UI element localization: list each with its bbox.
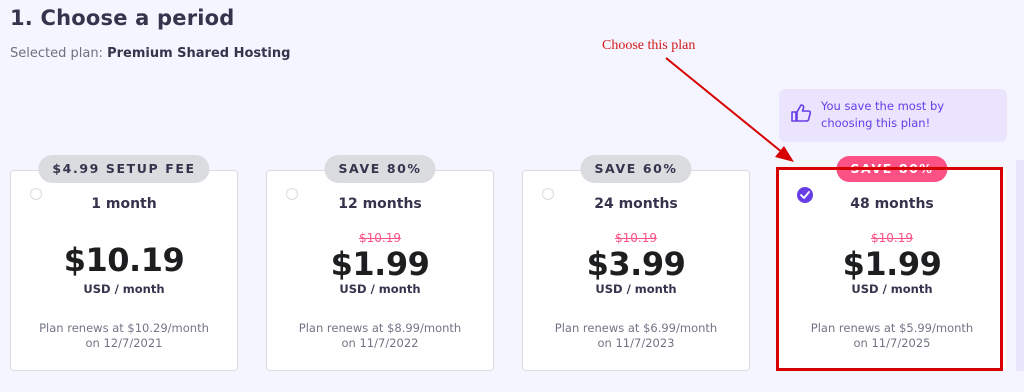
plan-card-24-months[interactable]: 24 months $10.19 $3.99 USD / month Plan … — [522, 170, 750, 371]
plan-card-48-months[interactable]: 48 months $10.19 $1.99 USD / month Plan … — [778, 170, 1006, 371]
plan-badge-setup-fee: $4.99 SETUP FEE — [38, 155, 210, 183]
plan-price-unit: USD / month — [851, 282, 933, 296]
plan-price: $10.19 — [63, 241, 185, 279]
savings-tip: You save the most by choosing this plan! — [779, 89, 1007, 142]
plan-renewal-line1: Plan renews at $8.99/month — [298, 321, 462, 335]
plan-card-12-months[interactable]: 12 months $10.19 $1.99 USD / month Plan … — [266, 170, 494, 371]
plan-price: $1.99 — [330, 245, 430, 283]
plan-renewal-line1: Plan renews at $5.99/month — [810, 321, 974, 335]
plan-renewal-line1: Plan renews at $10.29/month — [39, 321, 209, 335]
plan-badge-save: SAVE 60% — [580, 155, 692, 183]
plan-old-price: $10.19 — [871, 231, 913, 245]
plan-renewal-line2: on 11/7/2025 — [853, 336, 931, 350]
plan-price-unit: USD / month — [83, 282, 165, 296]
plan-period: 12 months — [338, 196, 422, 212]
plan-card-1-month[interactable]: 1 month $10.19 USD / month Plan renews a… — [10, 170, 238, 371]
thumbs-up-icon — [791, 104, 812, 127]
plan-old-price: $10.19 — [359, 231, 401, 245]
plan-renewal-note: Plan renews at $6.99/month on 11/7/2023 — [523, 321, 749, 351]
plan-price: $1.99 — [842, 245, 942, 283]
plan-renewal-note: Plan renews at $8.99/month on 11/7/2022 — [267, 321, 493, 351]
plan-old-price: $10.19 — [615, 231, 657, 245]
plan-renewal-line1: Plan renews at $6.99/month — [554, 321, 718, 335]
plan-period: 48 months — [850, 196, 934, 212]
plan-renewal-line2: on 11/7/2022 — [341, 336, 419, 350]
page-edge — [1016, 160, 1024, 371]
plan-price-unit: USD / month — [595, 282, 677, 296]
plan-period: 1 month — [91, 196, 157, 212]
plan-period: 24 months — [594, 196, 678, 212]
plan-badge-save-highlight: SAVE 80% — [836, 156, 948, 182]
plan-price-unit: USD / month — [339, 282, 421, 296]
plan-price: $3.99 — [586, 245, 686, 283]
plan-renewal-note: Plan renews at $5.99/month on 11/7/2025 — [779, 321, 1005, 351]
plan-renewal-note: Plan renews at $10.29/month on 12/7/2021 — [11, 321, 237, 351]
plan-renewal-line2: on 11/7/2023 — [597, 336, 675, 350]
plan-renewal-line2: on 12/7/2021 — [85, 336, 163, 350]
savings-tip-line2: choosing this plan! — [821, 116, 931, 130]
plan-badge-save: SAVE 80% — [324, 155, 436, 183]
savings-tip-line1: You save the most by — [821, 99, 945, 113]
